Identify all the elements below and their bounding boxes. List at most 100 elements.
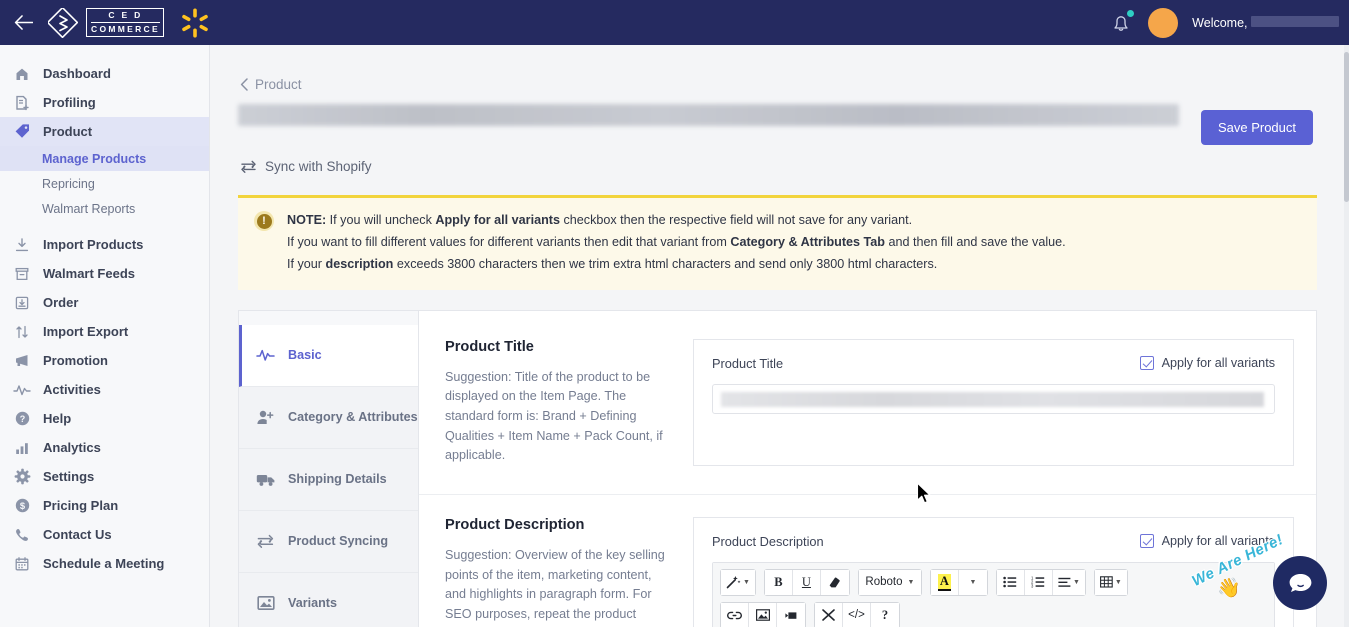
apply-title-checkbox[interactable] <box>1139 356 1154 371</box>
sidebar-item-label: Activities <box>43 382 101 397</box>
clear-format-button[interactable] <box>820 569 849 595</box>
sidebar-item-label: Product <box>43 124 93 139</box>
bar-chart-icon <box>12 438 32 458</box>
product-title-input-box: Product Title Apply for all variants <box>693 338 1294 466</box>
tab-variants[interactable]: Variants <box>239 572 418 627</box>
sidebar-item-label: Promotion <box>43 353 108 368</box>
tab-shipping-details[interactable]: Shipping Details <box>239 448 418 511</box>
sidebar-item-settings[interactable]: Settings <box>0 462 209 491</box>
help-button[interactable]: ? <box>871 602 899 627</box>
bold-button[interactable]: B <box>764 569 793 595</box>
tab-label: Basic <box>288 348 322 363</box>
editor-toolbar: ▼ B U Roboto ▼ A ▼ 1 2 3 ▼ ▼ </> ? <box>713 562 1274 627</box>
sidebar-item-promotion[interactable]: Promotion <box>0 346 209 375</box>
product-title-heading: Product Title <box>445 338 534 355</box>
sidebar-item-walmart-feeds[interactable]: Walmart Feeds <box>0 259 209 288</box>
product-description-box-head: Product Description Apply for all varian… <box>712 534 1275 549</box>
product-description-field-row: Product Description Suggestion: Overview… <box>419 495 1316 627</box>
header-right-cluster: Welcome, <box>1108 7 1349 38</box>
sidebar-item-order[interactable]: Order <box>0 288 209 317</box>
product-description-description: Product Description Suggestion: Overview… <box>445 517 693 627</box>
ordered-list-button[interactable]: 123 <box>1024 569 1053 595</box>
sidebar-item-label: Contact Us <box>43 527 112 542</box>
main-content: Product Save Product Sync with Shopify !… <box>210 45 1349 627</box>
cedcommerce-logo[interactable]: C E D COMMERCE <box>48 7 164 38</box>
product-title-input[interactable] <box>712 383 1275 414</box>
sync-arrows-icon <box>255 533 276 549</box>
unordered-list-button[interactable] <box>996 569 1025 595</box>
insert-image-button[interactable] <box>749 602 777 627</box>
subnav-label: Manage Products <box>42 151 147 166</box>
username-redacted <box>1251 16 1339 28</box>
font-family-group: Roboto ▼ <box>857 568 922 596</box>
note-line-1: NOTE: If you will uncheck Apply for all … <box>287 210 1066 232</box>
list-group: 123 ▼ <box>995 568 1086 596</box>
exclamation-glyph: ! <box>256 213 272 229</box>
sidebar-item-help[interactable]: ? Help <box>0 404 209 433</box>
sidebar-item-walmart-reports[interactable]: Walmart Reports <box>0 196 209 221</box>
svg-text:$: $ <box>19 500 25 511</box>
chevron-left-icon <box>240 78 248 91</box>
sync-arrows-icon <box>241 160 256 173</box>
download-icon <box>12 235 32 255</box>
product-description-suggestion: Suggestion: Overview of the key selling … <box>445 547 665 627</box>
product-title-description: Product Title Suggestion: Title of the p… <box>445 339 693 466</box>
save-product-button[interactable]: Save Product <box>1200 110 1313 145</box>
chat-widget-button[interactable] <box>1273 556 1327 610</box>
text-color-dropdown[interactable]: ▼ <box>958 569 987 595</box>
sidebar-item-dashboard[interactable]: Dashboard <box>0 59 209 88</box>
text-color-button[interactable]: A <box>930 569 959 595</box>
tab-basic[interactable]: Basic <box>239 324 418 387</box>
underline-button[interactable]: U <box>792 569 821 595</box>
tab-category-attributes[interactable]: Category & Attributes <box>239 386 418 449</box>
style-magic-icon[interactable]: ▼ <box>721 569 755 595</box>
ced-wordmark: C E D COMMERCE <box>86 8 164 37</box>
apply-for-all-variants-title[interactable]: Apply for all variants <box>1139 356 1275 371</box>
product-title-label: Product Title <box>712 355 784 371</box>
sidebar-item-repricing[interactable]: Repricing <box>0 171 209 196</box>
product-title-suggestion: Suggestion: Title of the product to be d… <box>445 369 663 463</box>
sidebar-item-pricing-plan[interactable]: $ Pricing Plan <box>0 491 209 520</box>
sidebar-item-manage-products[interactable]: Manage Products <box>0 146 209 171</box>
product-title-row: Save Product <box>210 92 1349 145</box>
align-button[interactable]: ▼ <box>1052 569 1085 595</box>
sidebar-item-analytics[interactable]: Analytics <box>0 433 209 462</box>
chat-bubble-icon <box>1289 573 1311 592</box>
back-button[interactable] <box>0 0 46 45</box>
order-inbox-icon <box>12 293 32 313</box>
tab-product-syncing[interactable]: Product Syncing <box>239 510 418 573</box>
gear-icon <box>12 467 32 487</box>
sidebar-item-label: Walmart Feeds <box>43 266 135 281</box>
page-scrollbar-thumb[interactable] <box>1344 52 1349 202</box>
tab-label: Shipping Details <box>288 472 387 487</box>
insert-video-button[interactable] <box>777 602 805 627</box>
font-family-select[interactable]: Roboto ▼ <box>858 569 921 595</box>
insert-link-button[interactable] <box>721 602 749 627</box>
table-button[interactable]: ▼ <box>1094 569 1127 595</box>
activity-pulse-icon <box>255 347 276 363</box>
basic-tab-panel: Product Title Suggestion: Title of the p… <box>419 311 1316 627</box>
avatar[interactable] <box>1148 7 1179 38</box>
text-color-group: A ▼ <box>929 568 988 596</box>
person-add-icon <box>255 409 276 426</box>
sidebar-item-import-products[interactable]: Import Products <box>0 230 209 259</box>
note-line1-b: checkbox then the respective field will … <box>559 213 913 227</box>
sidebar-item-import-export[interactable]: Import Export <box>0 317 209 346</box>
notifications-button[interactable] <box>1108 9 1135 36</box>
svg-text:?: ? <box>19 414 25 424</box>
fullscreen-button[interactable] <box>815 602 843 627</box>
code-view-button[interactable]: </> <box>843 602 871 627</box>
sidebar-item-contact-us[interactable]: Contact Us <box>0 520 209 549</box>
sidebar-item-activities[interactable]: Activities <box>0 375 209 404</box>
megaphone-icon <box>12 351 32 371</box>
app-root: C E D COMMERCE Welcome, Dashboard Profil… <box>0 0 1349 627</box>
sidebar-item-profiling[interactable]: Profiling <box>0 88 209 117</box>
sidebar-item-schedule-a-meeting[interactable]: Schedule a Meeting <box>0 549 209 578</box>
sidebar-item-product[interactable]: Product <box>0 117 209 146</box>
welcome-block: Welcome, <box>1192 13 1343 32</box>
apply-description-checkbox[interactable] <box>1139 534 1154 549</box>
editor-toolbar-row-2: </> ? <box>720 601 1267 627</box>
breadcrumb[interactable]: Product <box>210 45 1349 92</box>
product-description-label: Product Description <box>712 533 824 549</box>
sync-with-shopify-link[interactable]: Sync with Shopify <box>210 145 1349 174</box>
